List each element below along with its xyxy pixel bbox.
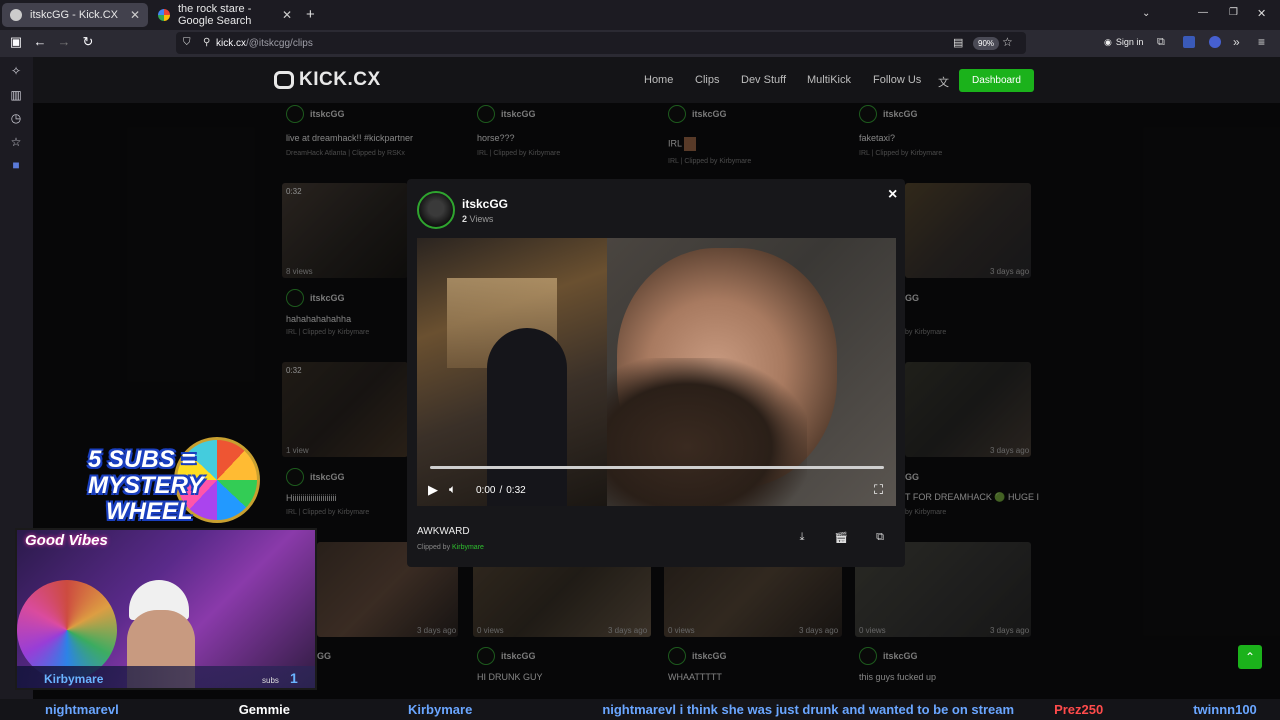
chevron-up-icon[interactable]: ⌃ [1238,645,1262,669]
tab-title: the rock stare - Google Search [178,3,252,27]
video-progress-bar[interactable] [430,466,884,469]
modal-views: 2 Views [462,214,494,224]
clipped-by: Clipped by Kirbymare [417,544,484,551]
extension-sidebar-icon[interactable]: ■ [8,158,24,174]
time-total: 0:32 [506,485,526,496]
translate-icon[interactable]: 文 [938,74,949,90]
video-beard [607,358,807,506]
site-logo[interactable]: KICK.CX [274,69,381,91]
url-bar[interactable]: kick.cx/@itskcgg/clips [176,32,1026,54]
minimize-icon[interactable]: — [1198,7,1208,18]
kick-favicon-icon [10,9,22,21]
google-favicon-icon [158,9,170,21]
nav-dev-stuff[interactable]: Dev Stuff [741,74,786,86]
sign-in-label: Sign in [1115,37,1144,47]
ticker-user: twinnn100 [1193,702,1257,717]
sign-in-button[interactable]: ◉ Sign in [1104,37,1143,48]
extensions-icon[interactable]: ⧉ [1157,36,1165,49]
page-info-icon[interactable]: ⚲ [203,37,210,48]
time-separator: / [499,485,503,496]
forward-icon[interactable]: → [55,34,73,49]
mystery-wheel-text: 5 SUBS = MYSTERY WHEEL [88,446,204,525]
ticker-user: Prez250 [1054,702,1104,717]
close-window-icon[interactable]: ✕ [1257,7,1266,20]
nav-clips[interactable]: Clips [695,74,719,86]
reader-view-icon[interactable]: ▤ [953,36,963,49]
new-tab-button[interactable]: + [306,6,315,23]
fullscreen-icon[interactable]: ⛶ [874,482,883,498]
download-icon[interactable]: ⤓ [792,531,812,549]
dashboard-button[interactable]: Dashboard [959,69,1034,92]
sidebar-toggle-icon[interactable]: ▣ [7,34,25,50]
ai-sparkle-icon[interactable]: ✧ [8,64,24,80]
clip-title: AWKWARD [417,526,470,537]
ticker-message: nightmarevl i think she was just drunk a… [602,702,1015,717]
tab-title: itskcGG - Kick.CX [30,9,119,21]
overflow-chevron-icon[interactable]: » [1233,35,1240,49]
nav-follow-us[interactable]: Follow Us [873,74,921,86]
synced-tabs-icon[interactable]: ▥ [8,88,24,104]
time-current: 0:00 [476,485,496,496]
webcam-wheel [17,580,117,680]
tab-kick[interactable]: itskcGG - Kick.CX ✕ [2,3,148,27]
streamer-name: Kirbymare [44,672,104,686]
tab-google[interactable]: the rock stare - Google Search ✕ [150,3,300,27]
history-icon[interactable]: ◷ [8,111,24,127]
account-icon: ◉ [1104,37,1112,47]
nav-multikick[interactable]: MultiKick [807,74,851,86]
video-person-back [487,328,567,506]
extension-profile-icon[interactable] [1209,36,1221,48]
clapper-icon[interactable]: 🎬︎ [831,531,851,549]
video-time: 0:00/0:32 [476,485,526,496]
close-tab-icon[interactable]: ✕ [282,8,292,22]
clipper-link[interactable]: Kirbymare [452,544,484,551]
close-icon[interactable]: × [888,186,897,204]
subs-count: 1 [290,670,298,686]
shield-icon[interactable]: ⛉ [183,37,191,48]
modal-channel-name[interactable]: itskcGG [462,197,508,211]
ticker-user: Gemmie [238,702,290,717]
extension-shield-icon[interactable] [1183,36,1195,48]
subs-label: subs [262,676,279,685]
ticker-user: Kirbymare [408,702,473,717]
tab-list-icon[interactable]: ⌄ [1142,8,1150,19]
bookmarks-icon[interactable]: ☆ [8,135,24,151]
site-logo-text: KICK.CX [299,69,381,90]
nav-home[interactable]: Home [644,74,673,86]
zoom-level[interactable]: 90% [973,37,1000,50]
url-path: /@itskcgg/clips [246,37,313,49]
back-icon[interactable]: ← [31,34,49,49]
channel-avatar[interactable] [417,191,455,229]
copy-icon[interactable]: ⧉ [870,531,890,549]
webcam-overlay: Good Vibes Kirbymare subs 1 [15,528,317,690]
robot-logo-icon [274,71,294,89]
chat-ticker: nightmarevl Gemmie Kirbymare nightmarevl… [0,699,1280,720]
app-menu-icon[interactable]: ≡ [1258,35,1265,49]
play-icon[interactable]: ▶ [428,482,438,498]
good-vibes-sign: Good Vibes [25,532,108,549]
volume-icon[interactable]: 🔈︎ [449,482,456,497]
close-tab-icon[interactable]: ✕ [130,8,140,22]
url-host: kick.cx [216,37,246,49]
reload-icon[interactable]: ↻ [79,34,97,50]
ticker-user: nightmarevl [45,702,119,717]
bookmark-star-icon[interactable]: ☆ [1002,35,1013,49]
maximize-icon[interactable]: ❐ [1229,7,1238,18]
